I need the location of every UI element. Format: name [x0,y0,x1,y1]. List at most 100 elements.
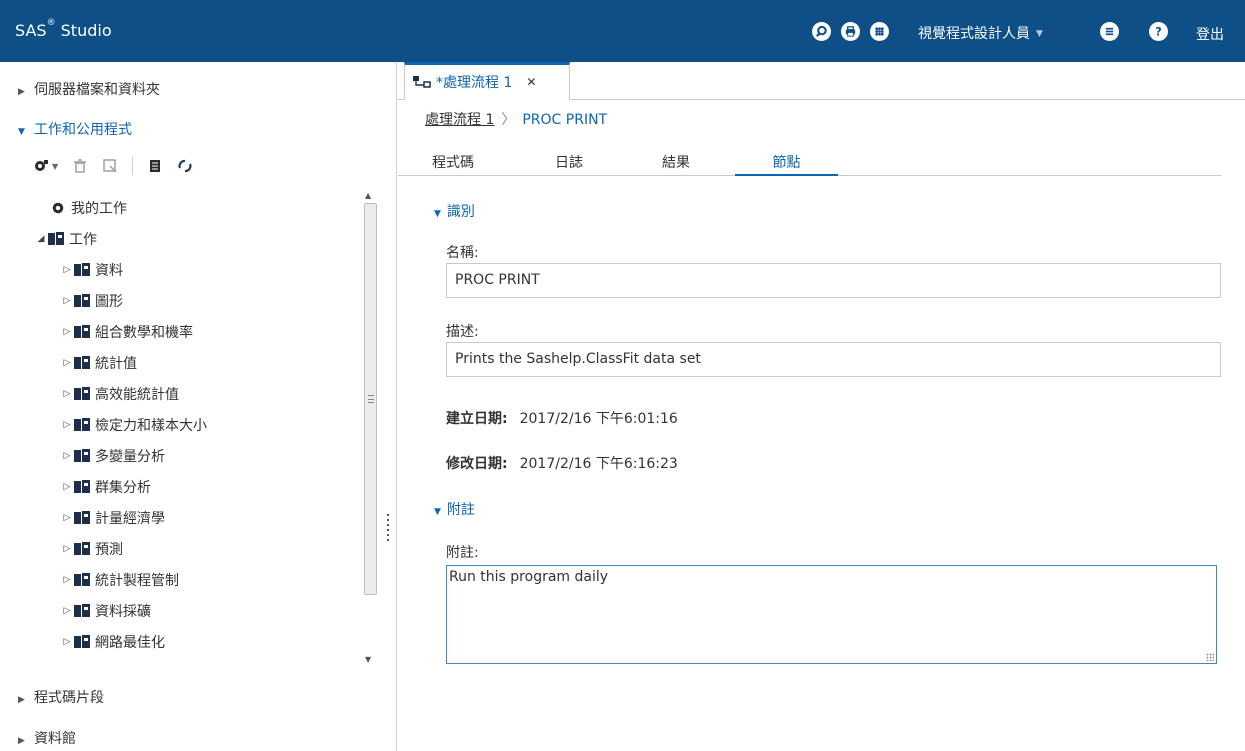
scroll-down-icon[interactable]: ▼ [365,655,371,664]
menu-icon[interactable] [1100,22,1119,41]
notes-section-header[interactable]: ▼ 附註 [434,499,475,519]
tree-item[interactable]: ▷ 統計值 [60,351,137,375]
logout-link[interactable]: 登出 [1196,24,1224,44]
help-icon[interactable]: ? [1149,22,1168,41]
expand-icon: ▷ [63,606,71,616]
name-label: 名稱: [446,245,479,261]
tree-item-label: 計量經濟學 [95,511,165,527]
book-icon [48,232,64,246]
delete-icon[interactable] [72,158,88,174]
tab-node[interactable]: 節點 [735,152,838,176]
tree-item-label: 統計值 [95,356,137,372]
app-title: SAS® Studio [15,18,112,40]
scroll-up-icon[interactable]: ▲ [365,191,371,200]
tree-item-my-tasks[interactable]: 我的工作 [50,196,127,220]
tree-item[interactable]: ▷ 網路最佳化 [60,630,165,654]
tab-process-flow[interactable]: *處理流程 1 ✕ [404,62,570,100]
identity-section-header[interactable]: ▼ 識別 [434,201,475,221]
top-banner: SAS® Studio 視覺程式設計人員 ▼ ? 登出 [0,0,1245,62]
book-icon [74,511,90,525]
section-tasks[interactable]: ▼ 工作和公用程式 [18,119,132,139]
document-tabstrip: *處理流程 1 ✕ [398,62,1245,100]
book-icon [74,635,90,649]
expand-icon: ▷ [63,544,71,554]
tree-scrollbar[interactable]: ▲ ▼ [361,189,379,674]
tree-item[interactable]: ▷ 圖形 [60,289,123,313]
expand-icon: ▷ [63,296,71,306]
modified-date: 修改日期: 2017/2/16 下午6:16:23 [446,453,678,473]
tree-item-label: 多變量分析 [95,449,165,465]
notes-textarea[interactable]: Run this program daily [446,565,1217,664]
print-icon[interactable] [841,22,860,41]
notes-label: 附註: [446,545,479,561]
tree-item[interactable]: ▷ 高效能統計值 [60,382,179,406]
tree-item[interactable]: ▷ 預測 [60,537,123,561]
apps-icon[interactable] [870,22,889,41]
breadcrumb: 處理流程 1 〉 PROC PRINT [425,109,607,129]
navigation-pane: ▶ 伺服器檔案和資料夾 ▼ 工作和公用程式 ▼ 我的工作 ◢ 工作 ▷ 資料 ▷… [0,62,397,751]
toolbar-divider [132,157,134,175]
tree-item-label: 工作 [69,232,97,248]
collapse-icon: ▼ [434,209,441,219]
section-libraries[interactable]: ▶ 資料館 [18,728,76,748]
modified-date-value: 2017/2/16 下午6:16:23 [519,456,678,472]
created-date-value: 2017/2/16 下午6:01:16 [519,411,678,427]
expand-icon: ▷ [63,575,71,585]
book-icon [74,604,90,618]
tasks-toolbar: ▼ [33,155,207,177]
tree-item[interactable]: ▷ 資料採礦 [60,599,151,623]
breadcrumb-parent[interactable]: 處理流程 1 [425,112,494,128]
role-menu[interactable]: 視覺程式設計人員 ▼ [918,23,1043,43]
description-field[interactable]: Prints the Sashelp.ClassFit data set [446,342,1221,377]
chevron-down-icon: ▼ [1036,29,1043,39]
chevron-down-icon: ▼ [52,161,59,171]
tree-item[interactable]: ▷ 統計製程管制 [60,568,179,592]
tree-item[interactable]: ▷ 多變量分析 [60,444,165,468]
tree-item-label: 群集分析 [95,480,151,496]
collapse-icon: ▼ [434,507,441,517]
tree-item-label: 預測 [95,542,123,558]
tab-results[interactable]: 結果 [651,152,701,176]
expand-icon: ▷ [63,327,71,337]
tree-item-label: 組合數學和機率 [95,325,193,341]
tab-label: *處理流程 1 [436,75,513,91]
book-icon [74,294,90,308]
close-icon[interactable]: ✕ [526,75,536,89]
pane-splitter[interactable] [386,514,390,544]
tree-item[interactable]: ▷ 資料 [60,258,123,282]
tree-item[interactable]: ▷ 檢定力和樣本大小 [60,413,207,437]
resize-handle-icon[interactable] [1206,653,1214,661]
created-date: 建立日期: 2017/2/16 下午6:01:16 [446,408,678,428]
book-icon [74,573,90,587]
section-server-files[interactable]: ▶ 伺服器檔案和資料夾 [18,79,160,99]
description-label: 描述: [446,324,479,340]
properties-icon[interactable] [102,158,118,174]
tree-item-label: 資料採礦 [95,604,151,620]
tasks-tree: 我的工作 ◢ 工作 ▷ 資料 ▷ 圖形 ▷ 組合數學和機率 ▷ 統計值 ▷ 高效能統計值 ▷ 檢定力和… [0,189,360,674]
expand-icon: ▷ [63,451,71,461]
tree-item[interactable]: ▷ 計量經濟學 [60,506,165,530]
refresh-icon[interactable] [177,158,193,174]
tree-item[interactable]: ▷ 群集分析 [60,475,151,499]
tree-item-label: 資料 [95,263,123,279]
notes-text: Run this program daily [449,569,609,585]
scrollbar-thumb[interactable] [364,203,377,595]
name-field[interactable]: PROC PRINT [446,263,1221,298]
book-icon [74,387,90,401]
tab-log[interactable]: 日誌 [544,152,594,176]
breadcrumb-current: PROC PRINT [522,112,608,128]
expand-icon: ▷ [63,420,71,430]
expand-icon: ▶ [18,695,25,705]
process-flow-icon [413,75,431,89]
tree-item-tasks[interactable]: ◢ 工作 [34,227,97,251]
created-date-label: 建立日期: [446,411,508,427]
expand-icon: ▷ [63,637,71,647]
table-view-icon[interactable] [147,158,163,174]
section-snippets[interactable]: ▶ 程式碼片段 [18,687,104,707]
search-icon[interactable] [812,22,831,41]
book-icon [74,542,90,556]
new-task-icon[interactable]: ▼ [33,158,58,174]
tree-item[interactable]: ▷ 組合數學和機率 [60,320,193,344]
tab-code[interactable]: 程式碼 [418,152,488,176]
expand-icon: ▷ [63,265,71,275]
